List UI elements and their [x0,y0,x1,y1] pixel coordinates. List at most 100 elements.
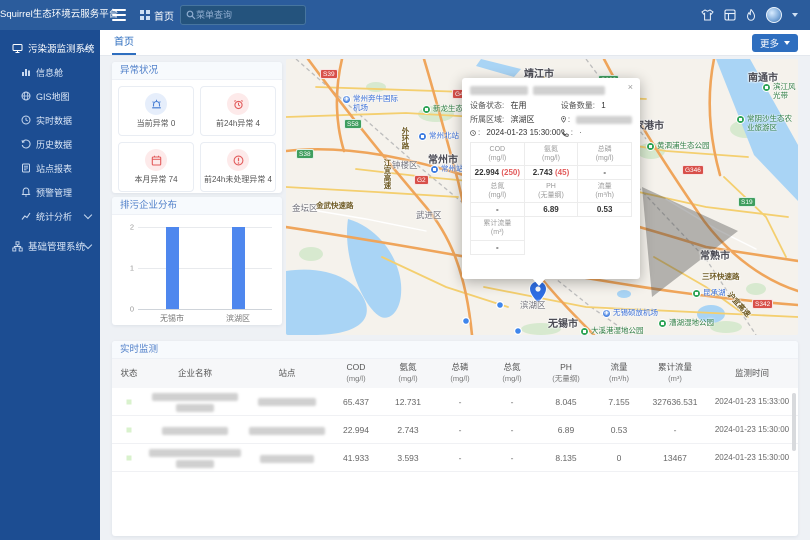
sidebar-item-station-report[interactable]: 站点报表 [0,156,100,180]
search-input[interactable] [196,10,300,20]
company-name-redacted [146,416,244,444]
report-icon [21,163,31,173]
park-icon [580,327,589,335]
bar-wuxi[interactable] [166,227,179,309]
search-icon [186,10,196,20]
menu-search[interactable] [180,5,306,25]
lake-icon [692,289,701,298]
gis-map[interactable]: 常州市 无锡市 南通市 常熟市 靖江市 张家港市 钟楼区 武进区 金坛区 滨湖区… [286,59,798,335]
topnav-home[interactable]: 首页 [140,0,174,30]
route-badge: S58 [344,119,362,129]
route-badge: S39 [320,69,338,79]
monitor-panel-title: 实时监测 [112,341,798,359]
sidebar: 污染源监测系统 信息舱 GIS地图 实时数据 历史数据 站点报表 预警管理 [0,30,100,540]
warning-icon [227,149,249,171]
monitor-system-icon [12,43,23,54]
sitemap-icon [12,241,23,252]
map-label-city: 无锡市 [548,315,578,330]
park-icon [646,142,655,151]
chevron-down-icon [84,211,92,219]
user-avatar[interactable] [766,7,782,23]
map-poi-airport[interactable]: ✈常州奔牛国际机场 [342,95,404,112]
sidebar-item-info-cabin[interactable]: 信息舱 [0,60,100,84]
bar-binhu[interactable] [232,227,245,309]
sidebar-item-realtime-data[interactable]: 实时数据 [0,108,100,132]
abnormal-status-panel: 异常状况 当前异常 0 前24h异常 4 本月异常 74 [112,62,282,193]
sidebar-item-alert-management[interactable]: 预警管理 [0,180,100,204]
device-address-redacted: : [561,114,632,125]
x-tick: 滨湖区 [226,313,250,324]
alarm-clock-icon [227,93,249,115]
map-poi-park[interactable]: 滨江风光带 [762,83,798,100]
app-logo: Squirrel生态环境云服务平台 [0,0,100,30]
park-icon [736,115,745,124]
table-scrollbar[interactable] [792,393,796,451]
sidebar-item-history-data[interactable]: 历史数据 [0,132,100,156]
card-month-abnormal[interactable]: 本月异常 74 [118,142,194,192]
map-poi-park[interactable]: 大溪港湿地公园 [580,327,644,335]
top-bar: Squirrel生态环境云服务平台 首页 [0,0,810,30]
history-icon [21,139,31,149]
route-badge: S342 [752,299,773,309]
x-tick: 无锡市 [160,313,184,324]
park-icon [762,83,771,92]
bar-chart: 2 1 0 无锡市 滨湖区 [138,227,272,309]
card-24h-unhandled-abnormal[interactable]: 前24h未处理异常 4 [200,142,276,192]
abnormal-panel-title: 异常状况 [112,62,282,80]
calendar-icon [145,149,167,171]
popup-metrics-table: COD(mg/l) 氨氮(mg/l) 总磷(mg/l) 22.994 (250)… [470,142,632,255]
map-label-road: 江宜高速 [382,159,393,189]
map-poi-park[interactable]: 黄泗浦生态公园 [646,142,710,151]
device-status: 设备状态: 在用 [470,100,561,111]
card-current-abnormal[interactable]: 当前异常 0 [118,86,194,136]
company-name-redacted [146,388,244,416]
chart-title: 排污企业分布 [112,197,282,215]
table-row[interactable]: 22.9942.743 -- 6.890.53 - 2024-01-23 15:… [112,416,798,444]
tab-home[interactable]: 首页 [114,30,134,55]
monitor-table: 状态 企业名称 站点 COD(mg/l) 氨氮(mg/l) 总磷(mg/l) 总… [112,359,798,472]
clock-icon [470,129,476,137]
map-poi-lake[interactable]: 昆承湖 [692,289,726,298]
map-poi-park[interactable]: 常阴沙生态农业旅游区 [736,115,794,132]
globe-icon [21,91,31,101]
y-tick: 0 [122,305,134,314]
theme-skin-icon[interactable] [701,9,714,21]
map-label-road: 外环路 [400,127,411,150]
table-row[interactable]: 41.9333.593 -- 8.1350 13467 2024-01-23 1… [112,444,798,472]
station-name-redacted [244,416,330,444]
map-poi-station[interactable]: 常州北站 [418,132,459,141]
layout-fullscreen-icon[interactable] [724,9,736,21]
flame-icon[interactable] [746,9,756,21]
table-row[interactable]: 65.43712.731 -- 8.0457.155 327636.531 20… [112,388,798,416]
map-label-district: 金坛区 [292,202,318,214]
popup-title-redacted [470,86,632,95]
sidebar-item-statistics[interactable]: 统计分析 [0,204,100,228]
device-phone: : · [561,128,632,137]
user-menu-chevron-down-icon[interactable] [792,13,798,17]
map-label-district: 钟楼区 [392,159,418,171]
hamburger-menu-icon[interactable] [112,9,126,21]
device-info-popup: × 设备状态: 在用 设备数量: 1 所属区域: 滨湖区 : : 2024-01… [462,78,640,279]
more-button[interactable]: 更多 [752,34,798,52]
map-poi-airport[interactable]: ✈无锡硕放机场 [602,309,658,318]
sidebar-root-pollution-monitoring[interactable]: 污染源监测系统 [0,36,100,60]
chevron-down-icon [784,41,790,45]
map-poi-park[interactable]: 漕湖湿地公园 [658,319,714,328]
card-24h-abnormal[interactable]: 前24h异常 4 [200,86,276,136]
map-label-district: 滨湖区 [520,299,546,311]
bar-chart-icon [21,67,31,77]
trend-line-icon [21,211,31,221]
train-station-icon [430,165,439,174]
clock-icon [21,115,31,125]
sidebar-item-gis-map[interactable]: GIS地图 [0,84,100,108]
map-poi-station[interactable]: 常州站 [430,165,464,174]
station-name-redacted [244,444,330,472]
close-icon[interactable]: × [628,83,633,92]
location-pin-icon [561,115,566,124]
enterprise-distribution-panel: 排污企业分布 2 1 0 无锡市 滨湖区 [112,197,282,325]
device-region: 所属区域: 滨湖区 [470,114,561,125]
bell-icon [21,187,31,197]
phone-icon [561,129,569,137]
train-station-icon [418,132,427,141]
sidebar-root-base-management[interactable]: 基础管理系统 [0,234,100,258]
